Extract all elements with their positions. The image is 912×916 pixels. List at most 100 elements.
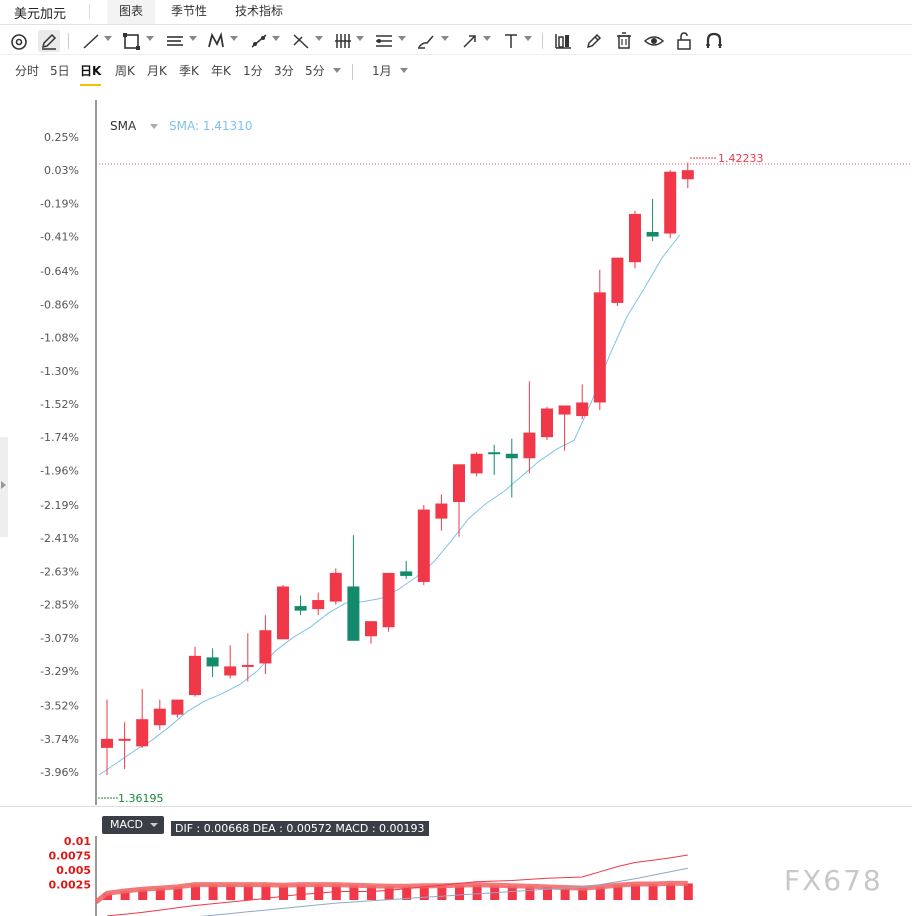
- range-select[interactable]: 1月: [372, 62, 392, 84]
- channel-icon[interactable]: [373, 30, 395, 52]
- candle: [224, 645, 237, 679]
- candle-body: [189, 655, 201, 696]
- chevron-down-icon[interactable]: [104, 36, 112, 41]
- candle: [294, 595, 307, 616]
- candle: [206, 648, 219, 677]
- chevron-down-icon[interactable]: [272, 36, 280, 41]
- sma-legend[interactable]: SMA: [110, 119, 159, 133]
- period-weekly[interactable]: 周K: [115, 62, 135, 84]
- candle: [382, 572, 395, 632]
- horizontal-lines-icon[interactable]: [164, 30, 186, 52]
- candle-body: [505, 453, 518, 459]
- period-tick[interactable]: 分时: [15, 62, 39, 84]
- macd-values: DIF : 0.00668 DEA : 0.00572 MACD : 0.001…: [171, 821, 429, 836]
- candle: [118, 722, 131, 769]
- dif-line: [106, 854, 688, 916]
- candle: [136, 689, 149, 748]
- candle-icon[interactable]: [552, 30, 574, 52]
- low-price-marker: 1.36195: [118, 792, 164, 805]
- pattern-icon[interactable]: [205, 30, 227, 52]
- y-tick-label: -3.96%: [40, 766, 79, 779]
- sma-value: SMA: 1.41310: [169, 119, 253, 133]
- magnet-icon[interactable]: [703, 30, 725, 52]
- chevron-down-icon[interactable]: [524, 36, 532, 41]
- rectangle-icon[interactable]: [121, 30, 143, 52]
- chevron-down-icon[interactable]: [230, 36, 238, 41]
- period-5day[interactable]: 5日: [50, 62, 70, 84]
- candle-body: [259, 630, 272, 664]
- period-1min[interactable]: 1分: [243, 62, 263, 84]
- text-icon[interactable]: [500, 30, 522, 52]
- chevron-down-icon[interactable]: [189, 36, 197, 41]
- candle: [435, 494, 448, 531]
- multi-point-icon[interactable]: [248, 30, 270, 52]
- macd-bar: [226, 884, 236, 900]
- period-3min[interactable]: 3分: [274, 62, 294, 84]
- trend-line-icon[interactable]: [80, 30, 102, 52]
- y-tick-label: -1.30%: [40, 365, 79, 378]
- fibonacci-icon[interactable]: [290, 30, 312, 52]
- macd-bar: [525, 886, 535, 900]
- period-quarterly[interactable]: 季K: [179, 62, 199, 84]
- macd-indicator-select[interactable]: MACD: [102, 816, 164, 834]
- tab-technical-indicators[interactable]: 技术指标: [226, 0, 292, 24]
- chevron-down-icon[interactable]: [150, 124, 159, 129]
- edit-icon[interactable]: [583, 30, 605, 52]
- tab-seasonality[interactable]: 季节性: [164, 0, 214, 24]
- chevron-down-icon[interactable]: [441, 36, 449, 41]
- macd-tick-label: 0.0025: [49, 879, 91, 892]
- pencil-icon[interactable]: [38, 30, 60, 52]
- period-daily[interactable]: 日K: [80, 62, 102, 86]
- arrow-icon[interactable]: [459, 30, 481, 52]
- macd-bar: [155, 888, 165, 900]
- divider: [352, 64, 353, 80]
- candle-body: [312, 600, 325, 610]
- candle-body: [453, 464, 465, 503]
- chevron-down-icon[interactable]: [356, 36, 364, 41]
- chevron-down-icon[interactable]: [333, 68, 341, 73]
- candle: [417, 505, 430, 585]
- macd-hist-envelope: [94, 880, 688, 904]
- chevron-right-icon: [1, 481, 6, 489]
- candle-body: [118, 738, 131, 741]
- period-5min[interactable]: 5分: [305, 62, 325, 84]
- lock-icon[interactable]: [673, 30, 695, 52]
- chevron-down-icon[interactable]: [146, 36, 154, 41]
- macd-y-axis: 0.01 0.00750.005 0.0025: [49, 835, 91, 892]
- divider: [89, 4, 90, 19]
- candle-body: [206, 657, 219, 667]
- macd-bar: [367, 885, 376, 900]
- y-tick-label: -2.41%: [40, 532, 79, 545]
- y-tick-label: -0.41%: [40, 231, 79, 244]
- candle-body: [576, 402, 589, 417]
- chevron-down-icon[interactable]: [483, 36, 491, 41]
- candle: [646, 198, 659, 242]
- macd-chart[interactable]: 0.01 0.00750.005 0.0025: [0, 0, 912, 916]
- candle: [470, 452, 483, 477]
- candle: [259, 615, 272, 674]
- candle-body: [523, 432, 536, 459]
- eye-icon[interactable]: [643, 30, 665, 52]
- macd-tick-label: 0.005: [56, 864, 91, 877]
- macd-bar: [384, 886, 394, 900]
- candle-body: [558, 405, 571, 415]
- period-monthly[interactable]: 月K: [147, 62, 167, 84]
- trash-icon[interactable]: [613, 30, 635, 52]
- chevron-down-icon[interactable]: [398, 36, 406, 41]
- brush-icon[interactable]: [415, 30, 437, 52]
- chevron-down-icon[interactable]: [400, 68, 408, 73]
- period-yearly[interactable]: 年K: [211, 62, 231, 84]
- candle: [171, 699, 184, 718]
- vertical-bars-icon[interactable]: [332, 30, 354, 52]
- side-panel-toggle[interactable]: [0, 437, 8, 537]
- y-tick-label: -1.08%: [40, 332, 79, 345]
- candle: [541, 406, 553, 441]
- macd-bar: [331, 884, 341, 900]
- y-tick-label: -3.07%: [40, 632, 79, 645]
- crosshair-icon[interactable]: [8, 30, 30, 52]
- candlestick-chart[interactable]: 0.25% 0.03% -0.19% -0.41% -0.64% -0.86% -1.08%…: [0, 0, 912, 916]
- chevron-down-icon[interactable]: [315, 36, 323, 41]
- tab-chart[interactable]: 图表: [107, 0, 155, 24]
- candles: [101, 162, 694, 776]
- y-tick-label: 0.25%: [44, 131, 79, 144]
